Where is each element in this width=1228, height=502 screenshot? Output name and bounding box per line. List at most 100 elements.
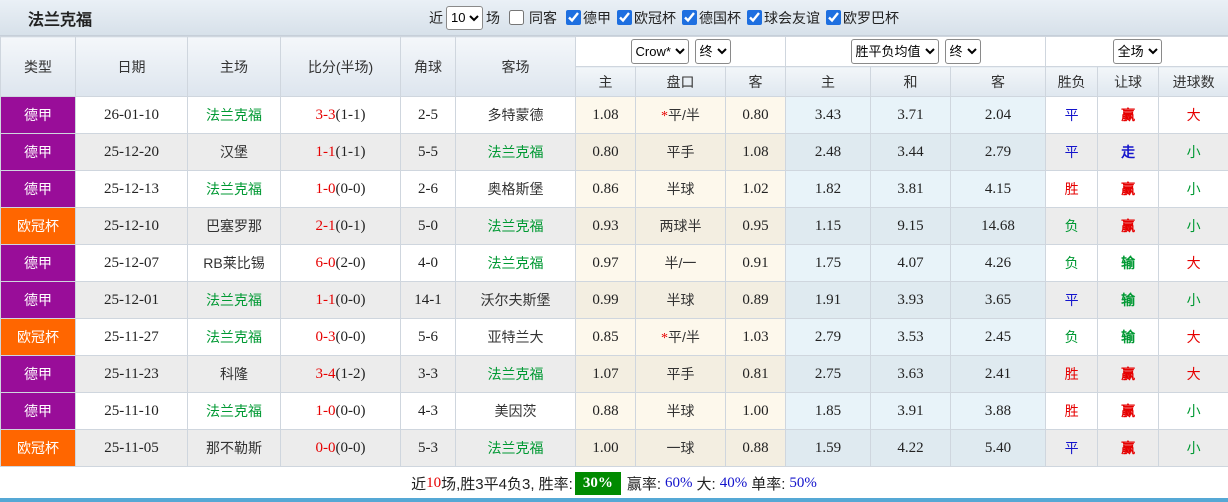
result-cell: 负 bbox=[1045, 207, 1099, 245]
date-cell: 25-11-10 bbox=[75, 392, 188, 430]
full-time-score: 1-0 bbox=[315, 180, 336, 197]
date-cell: 25-11-27 bbox=[75, 318, 188, 356]
single-value: 50% bbox=[789, 474, 817, 491]
handicap-value: 半球 bbox=[666, 403, 695, 419]
avg-draw-cell: 4.07 bbox=[870, 244, 952, 282]
col-header-odds-away: 客 bbox=[724, 66, 787, 97]
result-cell: 胜 bbox=[1045, 170, 1099, 208]
date-cell: 25-12-07 bbox=[75, 244, 188, 282]
date-cell: 25-12-01 bbox=[75, 281, 188, 319]
top-bar: 法兰克福 近 10 场 同客 德甲 欧冠杯 德国杯 球会友谊 欧罗巴杯 bbox=[0, 0, 1228, 36]
date-cell: 25-11-05 bbox=[75, 429, 188, 467]
full-time-score: 0-0 bbox=[315, 439, 336, 456]
handicap-star: * bbox=[661, 109, 669, 124]
filter-checkbox-europa-league[interactable] bbox=[826, 10, 841, 25]
goals-result-cell: 小 bbox=[1158, 392, 1228, 430]
goals-result-cell: 小 bbox=[1158, 170, 1228, 208]
handicap-cell: *两球半 bbox=[635, 207, 726, 245]
league-badge: 德甲 bbox=[0, 170, 76, 208]
handicap-value: 平手 bbox=[666, 144, 695, 160]
home-odds-cell: 0.80 bbox=[575, 133, 636, 171]
away-team-cell: 法兰克福 bbox=[455, 133, 576, 171]
col-header-goals: 进球数 bbox=[1158, 66, 1228, 97]
col-header-home: 主场 bbox=[187, 36, 281, 97]
result-cell: 胜 bbox=[1045, 355, 1099, 393]
away-team-cell: 沃尔夫斯堡 bbox=[455, 281, 576, 319]
filter-checkbox-bundesliga[interactable] bbox=[566, 10, 581, 25]
odds-time-select[interactable]: 终 bbox=[694, 39, 731, 64]
score-cell: 6-0(2-0) bbox=[280, 244, 401, 282]
handicap-value: 两球半 bbox=[659, 218, 702, 234]
avg-home-cell: 1.15 bbox=[785, 207, 872, 245]
avg-draw-cell: 3.44 bbox=[870, 133, 952, 171]
big-label: 大: bbox=[696, 475, 716, 493]
same-away-group: 同客 bbox=[503, 8, 560, 28]
home-odds-cell: 1.00 bbox=[575, 429, 636, 467]
corner-cell: 5-6 bbox=[400, 318, 456, 356]
score-cell: 1-0(0-0) bbox=[280, 170, 401, 208]
home-team-cell: 法兰克福 bbox=[187, 392, 281, 430]
full-time-score: 6-0 bbox=[315, 254, 336, 271]
half-time-score: (0-0) bbox=[335, 180, 366, 197]
avg-home-cell: 1.59 bbox=[785, 429, 872, 467]
result-cell: 平 bbox=[1045, 133, 1099, 171]
col-header-score: 比分(半场) bbox=[280, 36, 401, 97]
table-row: 德甲 26-01-10 法兰克福 3-3(1-1) 2-5 多特蒙德 1.08 … bbox=[0, 96, 1228, 134]
handicap-cell: *平手 bbox=[635, 133, 726, 171]
away-team-cell: 奥格斯堡 bbox=[455, 170, 576, 208]
odds-company-select[interactable]: Crow* bbox=[630, 39, 689, 64]
table-row: 欧冠杯 25-11-27 法兰克福 0-3(0-0) 5-6 亚特兰大 0.85… bbox=[0, 318, 1228, 356]
col-header-date: 日期 bbox=[75, 36, 188, 97]
handicap-result-cell: 输 bbox=[1097, 281, 1160, 319]
scope-select[interactable]: 全场 bbox=[1112, 39, 1162, 64]
goals-result-cell: 大 bbox=[1158, 355, 1228, 393]
home-odds-cell: 0.97 bbox=[575, 244, 636, 282]
avg-select-group: 胜平负均值终 bbox=[785, 36, 1047, 67]
away-odds-cell: 0.95 bbox=[724, 207, 787, 245]
league-badge: 欧冠杯 bbox=[0, 429, 76, 467]
half-time-score: (2-0) bbox=[335, 254, 366, 271]
corner-cell: 4-3 bbox=[400, 392, 456, 430]
corner-cell: 5-5 bbox=[400, 133, 456, 171]
result-cell: 负 bbox=[1045, 244, 1099, 282]
avg-time-select[interactable]: 终 bbox=[944, 39, 981, 64]
handicap-cell: *半球 bbox=[635, 281, 726, 319]
handicap-cell: *一球 bbox=[635, 429, 726, 467]
home-odds-cell: 0.99 bbox=[575, 281, 636, 319]
match-stats-panel: 法兰克福 近 10 场 同客 德甲 欧冠杯 德国杯 球会友谊 欧罗巴杯 类型 日… bbox=[0, 0, 1228, 502]
win-rate-badge: 30% bbox=[574, 471, 621, 495]
handicap-star: * bbox=[661, 331, 669, 346]
home-team-cell: 法兰克福 bbox=[187, 170, 281, 208]
col-header-avg-away: 客 bbox=[950, 66, 1047, 97]
same-away-label: 同客 bbox=[529, 9, 557, 26]
filter-checkbox-champions-league[interactable] bbox=[617, 10, 632, 25]
score-cell: 1-1(1-1) bbox=[280, 133, 401, 171]
score-cell: 1-1(0-0) bbox=[280, 281, 401, 319]
full-time-score: 3-4 bbox=[315, 365, 336, 382]
avg-away-cell: 4.15 bbox=[950, 170, 1047, 208]
full-time-score: 1-0 bbox=[315, 402, 336, 419]
result-cell: 胜 bbox=[1045, 392, 1099, 430]
date-cell: 25-12-20 bbox=[75, 133, 188, 171]
full-time-score: 1-1 bbox=[315, 143, 336, 160]
same-away-checkbox[interactable] bbox=[509, 10, 524, 25]
league-badge: 欧冠杯 bbox=[0, 318, 76, 356]
date-cell: 26-01-10 bbox=[75, 96, 188, 134]
home-team-cell: 那不勒斯 bbox=[187, 429, 281, 467]
home-team-cell: 汉堡 bbox=[187, 133, 281, 171]
recent-count-select[interactable]: 10 bbox=[446, 5, 483, 30]
corner-cell: 5-0 bbox=[400, 207, 456, 245]
col-header-result: 胜负 bbox=[1045, 66, 1099, 97]
handicap-result-cell: 走 bbox=[1097, 133, 1160, 171]
avg-type-select[interactable]: 胜平负均值 bbox=[850, 39, 939, 64]
home-team-cell: 法兰克福 bbox=[187, 281, 281, 319]
away-odds-cell: 0.88 bbox=[724, 429, 787, 467]
corner-cell: 3-3 bbox=[400, 355, 456, 393]
filter-checkbox-club-friendly[interactable] bbox=[747, 10, 762, 25]
handicap-value: 平/半 bbox=[668, 107, 700, 123]
result-cell: 平 bbox=[1045, 96, 1099, 134]
away-odds-cell: 1.02 bbox=[724, 170, 787, 208]
filter-checkbox-german-cup[interactable] bbox=[682, 10, 697, 25]
home-odds-cell: 0.85 bbox=[575, 318, 636, 356]
table-row: 德甲 25-12-01 法兰克福 1-1(0-0) 14-1 沃尔夫斯堡 0.9… bbox=[0, 281, 1228, 319]
